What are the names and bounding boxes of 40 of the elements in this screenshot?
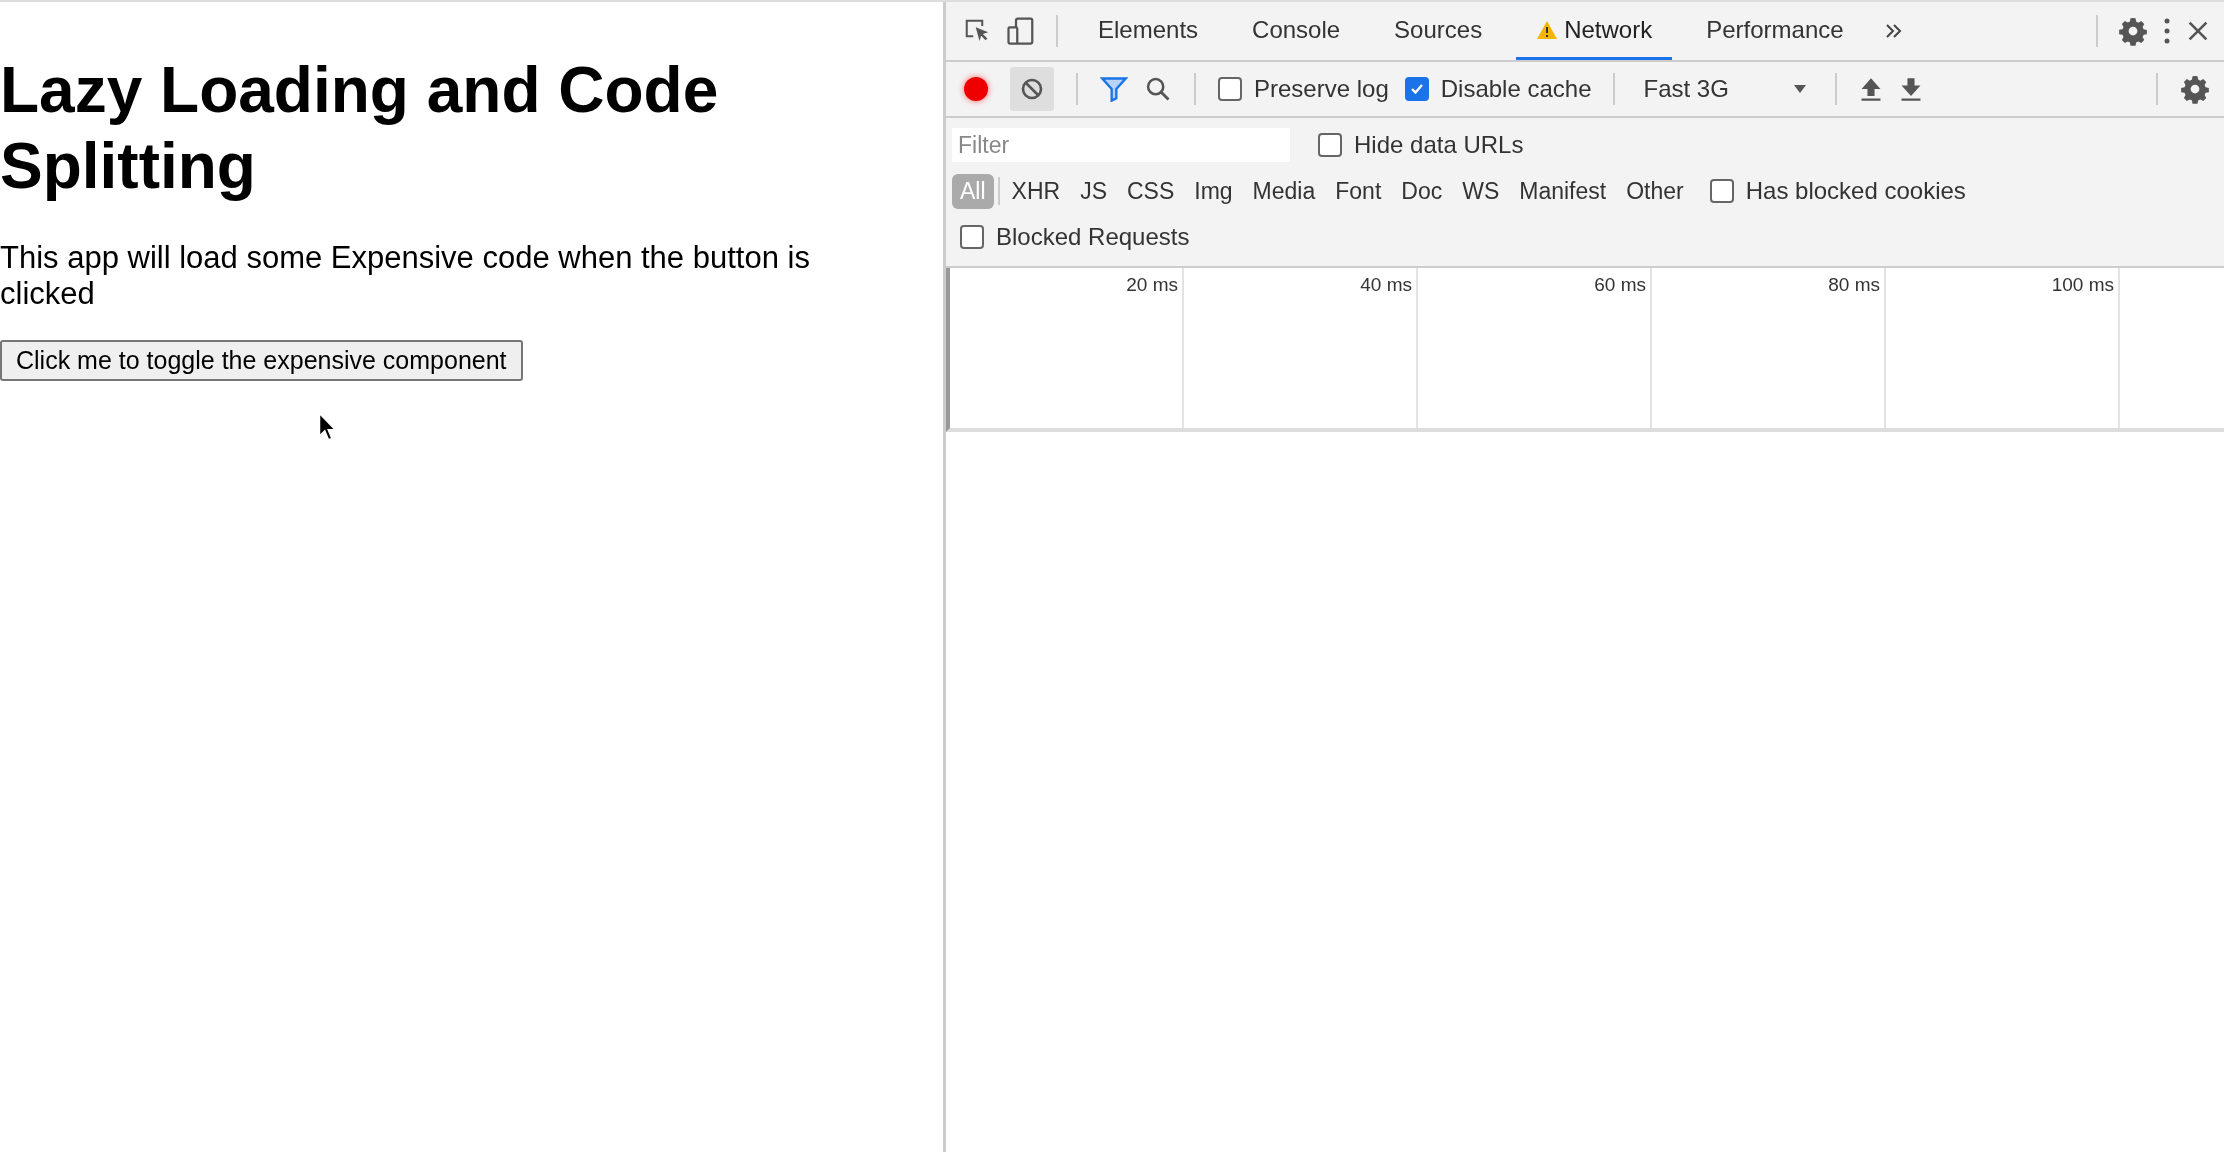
search-icon[interactable]	[1144, 75, 1172, 103]
timeline-tick-label: 60 ms	[1594, 274, 1646, 296]
hide-data-urls-checkbox[interactable]: Hide data URLs	[1318, 131, 1524, 159]
timeline-tick-label: 100 ms	[2051, 274, 2114, 296]
filter-input[interactable]: Filter	[952, 128, 1290, 162]
toggle-button[interactable]: Click me to toggle the expensive component	[0, 340, 523, 381]
panel-tab[interactable]: Elements	[1078, 2, 1219, 60]
resource-type-filter[interactable]: JS	[1072, 173, 1115, 209]
throttling-dropdown[interactable]: Fast 3G	[1637, 75, 1813, 103]
clear-icon[interactable]	[1010, 67, 1054, 111]
resource-type-filter[interactable]: Media	[1244, 173, 1324, 209]
blocked-requests-checkbox[interactable]: Blocked Requests	[960, 223, 1190, 251]
timeline-tick-label: 80 ms	[1828, 274, 1880, 296]
panel-tab[interactable]: Performance	[1686, 2, 1864, 60]
filter-icon[interactable]	[1100, 76, 1128, 102]
resource-type-filter[interactable]: Doc	[1393, 173, 1451, 209]
more-options-icon[interactable]	[2162, 16, 2172, 46]
caret-icon	[1792, 84, 1807, 94]
has-blocked-cookies-checkbox[interactable]: Has blocked cookies	[1709, 177, 1966, 205]
disable-cache-checkbox[interactable]: Disable cache	[1404, 75, 1592, 103]
resource-type-filter[interactable]: WS	[1454, 173, 1508, 209]
panel-tab[interactable]: Console	[1232, 2, 1361, 60]
settings-icon[interactable]	[2118, 16, 2148, 46]
settings-icon[interactable]	[2180, 74, 2210, 104]
preserve-log-checkbox[interactable]: Preserve log	[1218, 75, 1389, 103]
resource-type-filter[interactable]: Other	[1618, 173, 1692, 209]
resource-type-filter[interactable]: CSS	[1118, 173, 1183, 209]
timeline-tick-label: 20 ms	[1126, 274, 1178, 296]
resource-type-filter[interactable]: Font	[1327, 173, 1390, 209]
resource-type-filter[interactable]: Img	[1186, 173, 1241, 209]
panel-tab[interactable]: Sources	[1374, 2, 1503, 60]
mouse-pointer-icon	[318, 412, 336, 442]
close-icon[interactable]	[2186, 19, 2210, 43]
page-heading: Lazy Loading and Code Splitting	[0, 53, 720, 204]
device-toolbar-icon[interactable]	[1006, 16, 1036, 46]
timeline-tick-label: 40 ms	[1360, 274, 1412, 296]
resource-type-filter[interactable]: XHR	[1003, 173, 1069, 209]
resource-type-filter[interactable]: Manifest	[1511, 173, 1615, 209]
page-paragraph: This app will load some Expensive code when the button is clicked	[0, 240, 811, 312]
warning-icon	[1536, 19, 1559, 40]
